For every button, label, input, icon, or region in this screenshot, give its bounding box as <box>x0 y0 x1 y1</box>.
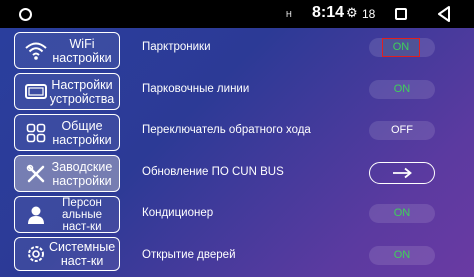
sidebar-item-factory[interactable]: Заводские настройки <box>14 155 120 192</box>
parktronic-toggle-value[interactable]: ON <box>382 38 420 57</box>
air-conditioner-label: Кондиционер <box>142 207 214 219</box>
sidebar-item-general[interactable]: Общие настройки <box>14 114 120 151</box>
sidebar-item-system[interactable]: Системные наст-ки <box>14 237 120 271</box>
door-opening-toggle[interactable]: ON <box>369 246 435 265</box>
sidebar-item-label: Общие настройки <box>52 118 112 147</box>
sidebar-item-label: Персон альные наст-ки <box>61 196 103 233</box>
parktronic-label: Парктроники <box>142 41 211 53</box>
door-opening-label: Открытие дверей <box>142 249 236 261</box>
status-number: 18 <box>362 7 376 21</box>
recent-apps-icon[interactable] <box>395 8 407 20</box>
clock: 8:14 <box>312 4 345 21</box>
arrow-right-icon <box>393 167 412 179</box>
sidebar-item-label: WiFi настройки <box>52 36 112 65</box>
back-icon[interactable] <box>437 6 451 22</box>
air-conditioner-toggle[interactable]: ON <box>369 204 435 223</box>
home-circle-icon[interactable] <box>19 8 32 21</box>
parking-lines-toggle[interactable]: ON <box>369 80 435 99</box>
canbus-update-label: Обновление ПО CUN BUS <box>142 166 284 178</box>
sidebar-item-device[interactable]: Настройки устройства <box>14 73 120 110</box>
canbus-update-button[interactable] <box>369 162 435 184</box>
device-icon <box>23 79 49 105</box>
gear-icon <box>23 241 49 267</box>
status-bar: H 8:14 ⚙ 18 <box>0 0 474 28</box>
gear-status-icon: ⚙ <box>346 5 358 20</box>
wifi-icon <box>23 38 49 64</box>
signal-indicator: H <box>286 10 292 19</box>
sidebar-item-wifi[interactable]: WiFi настройки <box>14 32 120 69</box>
reverse-switch-toggle[interactable]: OFF <box>369 121 435 140</box>
parking-lines-label: Парковочные линии <box>142 83 250 95</box>
grid-icon <box>23 120 49 146</box>
sidebar-item-label: Настройки устройства <box>49 77 115 106</box>
sidebar-item-personal[interactable]: Персон альные наст-ки <box>14 196 120 233</box>
sidebar-item-label: Заводские настройки <box>51 159 113 188</box>
tools-icon <box>23 161 49 187</box>
person-icon <box>23 202 49 228</box>
sidebar-item-label: Системные наст-ки <box>49 240 116 268</box>
reverse-switch-label: Переключатель обратного хода <box>142 124 311 136</box>
